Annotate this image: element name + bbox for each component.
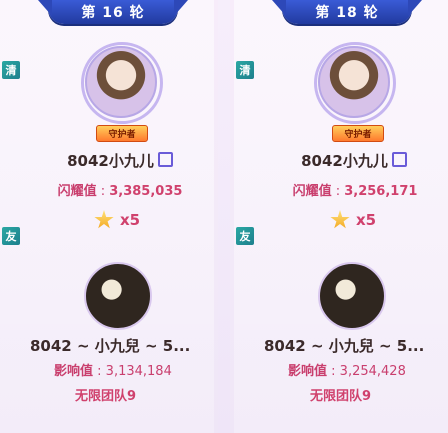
- multiplier-value: x5: [356, 211, 377, 229]
- tag-clear-icon: 清: [2, 61, 20, 79]
- tag-friend-icon: 友: [236, 227, 254, 245]
- player-name-text: 8042小九儿: [301, 152, 388, 170]
- guardian-badge: 守护者: [96, 125, 148, 142]
- influence-label: 影响值: [288, 364, 328, 379]
- column-divider: [218, 0, 230, 433]
- shine-value: 3,385,035: [109, 184, 183, 199]
- shine-stat: 闪耀值 : 3,256,171: [292, 184, 418, 199]
- friend-avatar[interactable]: [318, 262, 386, 330]
- tag-friend-icon: 友: [2, 227, 20, 245]
- guardian-badge: 守护者: [332, 125, 384, 142]
- star-icon: [94, 210, 114, 229]
- influence-value: 3,254,428: [339, 364, 406, 379]
- shine-label: 闪耀值: [292, 184, 332, 199]
- friend-name: 8042 ~ 小九兒 ~ 5...: [264, 337, 425, 355]
- friend-avatar[interactable]: [84, 262, 152, 330]
- influence-value: 3,134,184: [105, 364, 172, 379]
- shine-stat: 闪耀值 : 3,385,035: [57, 184, 183, 199]
- player-name-text: 8042小九儿: [67, 152, 154, 170]
- checkbox-icon[interactable]: [157, 152, 173, 167]
- star-multiplier: x5: [330, 210, 376, 230]
- shine-value: 3,256,171: [344, 184, 418, 199]
- team-name: 无限团队9: [75, 389, 137, 404]
- multiplier-value: x5: [120, 211, 141, 229]
- checkbox-icon[interactable]: [391, 152, 407, 167]
- star-icon: [330, 210, 350, 229]
- influence-stat: 影响值 : 3,254,428: [288, 364, 406, 379]
- round-ribbon: 第 16 轮: [48, 0, 178, 24]
- star-multiplier: x5: [94, 210, 140, 230]
- influence-stat: 影响值 : 3,134,184: [54, 364, 172, 379]
- team-name: 无限团队9: [310, 389, 372, 404]
- avatar[interactable]: [85, 46, 157, 118]
- friend-name: 8042 ~ 小九兒 ~ 5...: [30, 337, 191, 355]
- player-name: 8042小九儿: [60, 150, 180, 171]
- round-ribbon: 第 18 轮: [282, 0, 412, 24]
- player-name: 8042小九儿: [294, 150, 414, 171]
- shine-label: 闪耀值: [57, 184, 97, 199]
- influence-label: 影响值: [54, 364, 94, 379]
- tag-clear-icon: 清: [236, 61, 254, 79]
- avatar[interactable]: [318, 46, 390, 118]
